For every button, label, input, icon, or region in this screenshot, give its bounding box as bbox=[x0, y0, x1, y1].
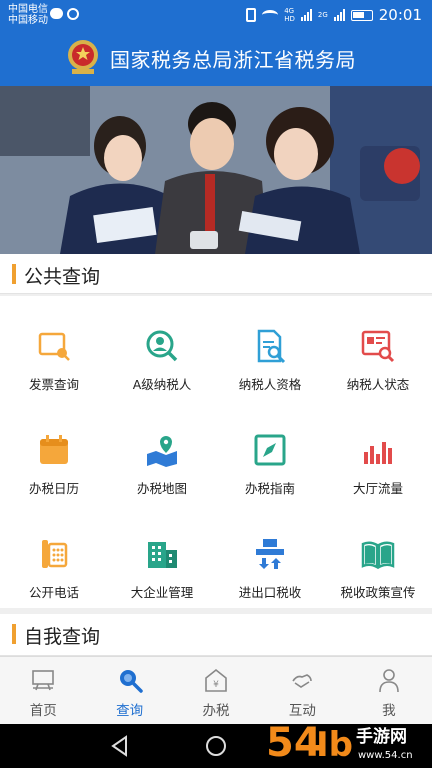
grid-item-label: 办税地图 bbox=[136, 481, 187, 496]
bar-chart-icon bbox=[364, 442, 392, 464]
grade-a-taxpayer-icon bbox=[146, 330, 178, 362]
back-icon[interactable] bbox=[110, 735, 130, 757]
invoice-search-icon bbox=[38, 332, 70, 361]
banner-image[interactable] bbox=[0, 86, 432, 254]
carrier-info: 中国电信 中国移动 bbox=[8, 4, 48, 26]
grid-item-taxpayer-status[interactable]: 纳税人状态 bbox=[324, 296, 432, 400]
grid-item-label: 大企业管理 bbox=[130, 585, 194, 600]
tab-tax-office[interactable]: ¥ 办税 bbox=[173, 657, 259, 724]
phone-icon bbox=[42, 540, 68, 568]
taxpayer-status-icon bbox=[361, 330, 395, 363]
tab-label: 办税 bbox=[202, 703, 230, 719]
tab-label: 首页 bbox=[29, 703, 57, 719]
import-export-icon bbox=[256, 539, 284, 569]
grid-item-large-enterprise[interactable]: 大企业管理 bbox=[108, 504, 216, 608]
public-query-grid: 发票查询 A级纳税人 纳税人资格 纳税人状态 办税日历 办税地图 办税指南 大厅… bbox=[0, 296, 432, 608]
grid-item-tax-calendar[interactable]: 办税日历 bbox=[0, 400, 108, 504]
calendar-icon bbox=[40, 435, 68, 464]
tab-interaction[interactable]: 互动 bbox=[259, 657, 345, 724]
signal-2-icon bbox=[333, 9, 345, 21]
status-bar: 中国电信 中国移动 4G HD 2G 20:01 bbox=[0, 0, 432, 30]
svg-text:54: 54 bbox=[266, 720, 322, 766]
network-type-icon: 4G HD bbox=[284, 7, 295, 23]
svg-text:www.54.cn: www.54.cn bbox=[358, 750, 413, 761]
grid-item-tax-policy[interactable]: 税收政策宣传 bbox=[324, 504, 432, 608]
svg-text:¥: ¥ bbox=[213, 680, 219, 690]
grid-item-label: 纳税人资格 bbox=[238, 377, 302, 392]
watermark-logo: 54 Ib 手游网 www.54.cn bbox=[266, 720, 413, 766]
grid-item-tax-guide[interactable]: 办税指南 bbox=[216, 400, 324, 504]
section-title: 自我查询 bbox=[24, 626, 101, 648]
signal-icon bbox=[300, 9, 312, 21]
tab-profile[interactable]: 我 bbox=[346, 657, 432, 724]
grid-item-label: 发票查询 bbox=[28, 377, 79, 392]
grid-item-tax-map[interactable]: 办税地图 bbox=[108, 400, 216, 504]
grid-item-label: 大厅流量 bbox=[352, 481, 403, 496]
carrier-2: 中国移动 bbox=[8, 15, 48, 26]
grid-item-label: 纳税人状态 bbox=[346, 377, 410, 392]
grid-item-label: 办税日历 bbox=[28, 481, 79, 496]
grid-item-label: 税收政策宣传 bbox=[340, 585, 416, 600]
clock: 20:01 bbox=[378, 6, 422, 24]
book-icon bbox=[361, 541, 395, 570]
section-self-query: 自我查询 bbox=[0, 614, 432, 656]
building-icon bbox=[148, 542, 177, 568]
grid-item-invoice-query[interactable]: 发票查询 bbox=[0, 296, 108, 400]
tax-office-icon: ¥ bbox=[205, 668, 227, 692]
section-accent bbox=[12, 264, 16, 284]
profile-icon bbox=[379, 669, 399, 693]
message-icon bbox=[50, 8, 63, 19]
grid-item-a-grade-taxpayer[interactable]: A级纳税人 bbox=[108, 296, 216, 400]
section-accent bbox=[12, 624, 16, 644]
grid-item-taxpayer-qualification[interactable]: 纳税人资格 bbox=[216, 296, 324, 400]
national-emblem-icon bbox=[68, 40, 98, 74]
wifi-icon bbox=[262, 10, 279, 20]
grid-item-label: 办税指南 bbox=[244, 481, 295, 496]
battery-icon bbox=[350, 9, 373, 21]
svg-text:手游网: 手游网 bbox=[356, 726, 407, 747]
carrier-1: 中国电信 bbox=[8, 4, 48, 15]
svg-text:Ib: Ib bbox=[316, 725, 353, 765]
grid-item-label: A级纳税人 bbox=[132, 377, 192, 392]
tab-home[interactable]: 首页 bbox=[0, 657, 86, 724]
section-title: 公共查询 bbox=[24, 266, 101, 288]
section-public-query: 公共查询 bbox=[0, 254, 432, 294]
app-header: 国家税务总局浙江省税务局 bbox=[0, 30, 432, 86]
tab-query[interactable]: 查询 bbox=[86, 657, 172, 724]
grid-item-public-phone[interactable]: 公开电话 bbox=[0, 504, 108, 608]
app-title: 国家税务总局浙江省税务局 bbox=[110, 48, 356, 72]
home-icon bbox=[32, 670, 55, 691]
tab-label: 查询 bbox=[116, 703, 144, 719]
compass-icon bbox=[254, 434, 286, 466]
taxpayer-qualification-icon bbox=[257, 329, 286, 364]
home-button-icon[interactable] bbox=[205, 735, 227, 757]
interaction-icon bbox=[292, 674, 313, 688]
grid-item-label: 进出口税收 bbox=[238, 585, 302, 600]
network2-label: 2G bbox=[317, 11, 328, 19]
search-icon bbox=[119, 670, 143, 693]
vibrate-icon bbox=[246, 8, 257, 22]
map-icon bbox=[147, 436, 177, 467]
bottom-tab-bar: 首页 查询 ¥ 办税 互动 我 bbox=[0, 656, 432, 724]
grid-item-hall-traffic[interactable]: 大厅流量 bbox=[324, 400, 432, 504]
grid-item-label: 公开电话 bbox=[28, 585, 79, 600]
notification-icon bbox=[67, 8, 79, 20]
grid-item-import-export-tax[interactable]: 进出口税收 bbox=[216, 504, 324, 608]
